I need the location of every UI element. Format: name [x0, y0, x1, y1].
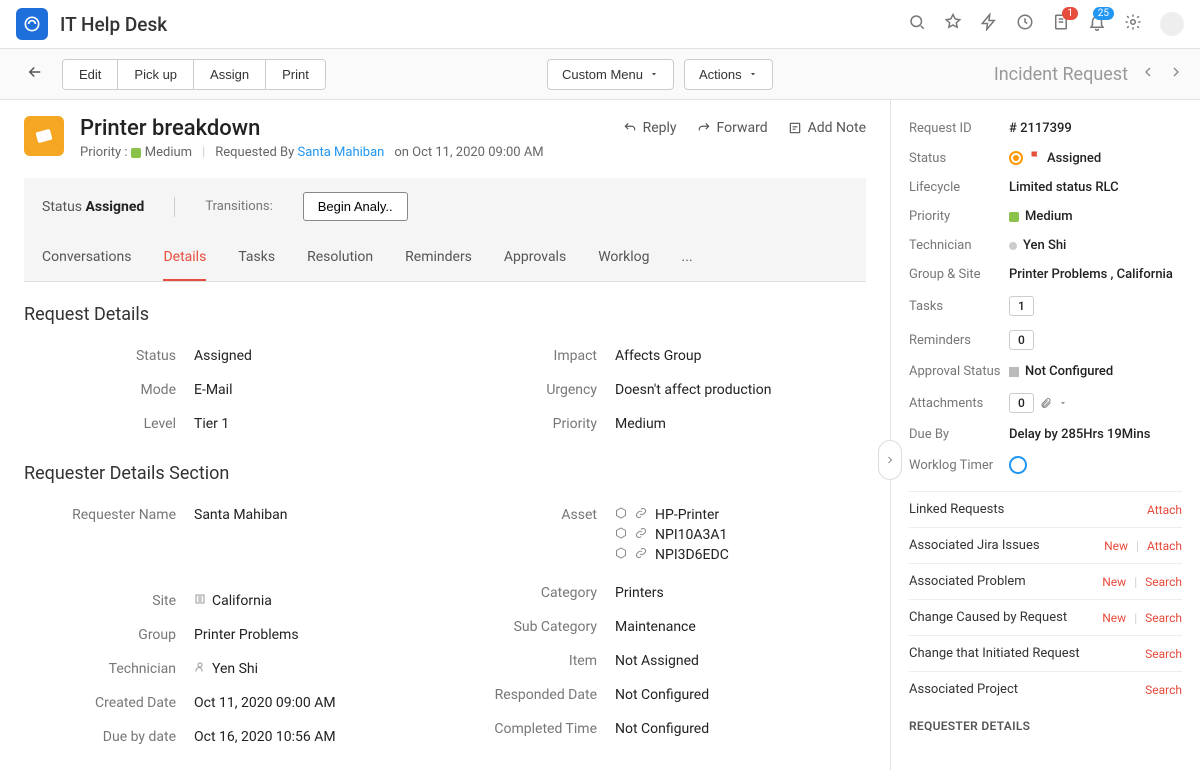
requester-group: Printer Problems	[194, 627, 445, 643]
requester-technician: Yen Shi	[194, 661, 445, 677]
breadcrumb: Incident Request	[994, 64, 1128, 85]
side-reminders-count[interactable]: 0	[1009, 330, 1034, 350]
notes-badge: 1	[1062, 7, 1078, 20]
change-init-search-button[interactable]: Search	[1145, 647, 1182, 661]
tab-worklog[interactable]: Worklog	[598, 235, 649, 281]
reply-button[interactable]: Reply	[623, 120, 677, 136]
bell-badge: 25	[1093, 7, 1114, 20]
bolt-icon[interactable]	[980, 13, 998, 35]
side-status: Assigned	[1009, 150, 1182, 166]
app-title: IT Help Desk	[60, 13, 167, 36]
history-icon[interactable]	[1016, 13, 1034, 35]
pickup-button[interactable]: Pick up	[118, 60, 194, 89]
begin-analysis-button[interactable]: Begin Analy..	[303, 192, 408, 221]
change-caused-new-button[interactable]: New	[1102, 611, 1126, 625]
status-dot-icon	[1009, 151, 1023, 165]
next-request-button[interactable]	[1168, 64, 1184, 85]
project-label: Associated Project	[909, 682, 1018, 697]
actions-dropdown[interactable]: Actions	[684, 59, 773, 90]
transitions-label: Transitions:	[205, 199, 272, 214]
item: Not Assigned	[615, 653, 866, 669]
ticket-title: Printer breakdown	[80, 116, 607, 141]
created-date: Oct 11, 2020 09:00 AM	[194, 695, 445, 711]
assign-button[interactable]: Assign	[194, 60, 266, 89]
status-display: Status Assigned	[42, 199, 144, 215]
pin-icon[interactable]	[944, 13, 962, 35]
request-details-heading: Request Details	[24, 304, 866, 325]
ticket-type-icon	[24, 116, 64, 156]
side-group-site: Printer Problems , California	[1009, 267, 1182, 282]
link-icon	[635, 507, 647, 523]
app-logo-icon	[16, 8, 48, 40]
linked-attach-button[interactable]: Attach	[1147, 503, 1182, 517]
side-lifecycle: Limited status RLC	[1009, 180, 1182, 195]
search-icon[interactable]	[908, 13, 926, 35]
asset-list: HP-Printer NPI10A3A1 NPI3D6EDC	[615, 507, 866, 567]
prev-request-button[interactable]	[1140, 64, 1156, 85]
completed-time: Not Configured	[615, 721, 866, 737]
notes-icon[interactable]: 1	[1052, 13, 1070, 35]
change-caused-label: Change Caused by Request	[909, 610, 1067, 625]
requester-details-subheading: REQUESTER DETAILS	[909, 719, 1182, 733]
side-priority: Medium	[1009, 209, 1182, 224]
cube-icon	[615, 507, 627, 523]
detail-mode: E-Mail	[194, 382, 445, 398]
category: Printers	[615, 585, 866, 601]
priority-label: Priority : Medium	[80, 145, 192, 160]
project-search-button[interactable]: Search	[1145, 683, 1182, 697]
side-approval: Not Configured	[1009, 364, 1182, 379]
add-note-button[interactable]: Add Note	[788, 120, 866, 136]
jira-attach-button[interactable]: Attach	[1147, 539, 1182, 553]
gear-icon[interactable]	[1124, 13, 1142, 35]
side-tasks-count[interactable]: 1	[1009, 296, 1034, 316]
paperclip-icon	[1040, 397, 1052, 409]
side-due-by: Delay by 285Hrs 19Mins	[1009, 427, 1182, 442]
side-attachments[interactable]: 0	[1009, 393, 1182, 413]
detail-status: Assigned	[194, 348, 445, 364]
tab-reminders[interactable]: Reminders	[405, 235, 472, 281]
due-date: Oct 16, 2020 10:56 AM	[194, 729, 445, 745]
timer-icon[interactable]	[1009, 456, 1027, 474]
change-caused-search-button[interactable]: Search	[1145, 611, 1182, 625]
collapse-sidebar-button[interactable]	[878, 440, 902, 480]
tab-approvals[interactable]: Approvals	[504, 235, 566, 281]
edit-button[interactable]: Edit	[63, 60, 118, 89]
side-request-id: # 2117399	[1009, 121, 1182, 136]
avatar[interactable]	[1160, 12, 1184, 36]
tab-resolution[interactable]: Resolution	[307, 235, 373, 281]
flag-icon	[1029, 150, 1041, 166]
requester-site: California	[194, 593, 445, 609]
requested-on: on Oct 11, 2020 09:00 AM	[394, 145, 543, 160]
detail-level: Tier 1	[194, 416, 445, 432]
forward-button[interactable]: Forward	[697, 120, 768, 136]
back-button[interactable]	[16, 57, 54, 91]
problem-label: Associated Problem	[909, 574, 1026, 589]
print-button[interactable]: Print	[266, 60, 325, 89]
requester-name: Santa Mahiban	[194, 507, 445, 523]
side-technician: Yen Shi	[1009, 238, 1182, 253]
custom-menu-dropdown[interactable]: Custom Menu	[547, 59, 674, 90]
problem-search-button[interactable]: Search	[1145, 575, 1182, 589]
tab-tasks[interactable]: Tasks	[238, 235, 275, 281]
tab-details[interactable]: Details	[163, 235, 206, 281]
change-init-label: Change that Initiated Request	[909, 646, 1080, 661]
sub-category: Maintenance	[615, 619, 866, 635]
bell-icon[interactable]: 25	[1088, 13, 1106, 35]
requester-link[interactable]: Santa Mahiban	[298, 145, 385, 160]
detail-priority: Medium	[615, 416, 866, 432]
requester-details-heading: Requester Details Section	[24, 463, 866, 484]
responded-date: Not Configured	[615, 687, 866, 703]
jira-issues-label: Associated Jira Issues	[909, 538, 1040, 553]
tab-conversations[interactable]: Conversations	[42, 235, 131, 281]
problem-new-button[interactable]: New	[1102, 575, 1126, 589]
requested-by: Requested By Santa Mahiban	[215, 145, 384, 160]
jira-new-button[interactable]: New	[1104, 539, 1128, 553]
chevron-down-icon	[1058, 398, 1068, 408]
tab-more[interactable]: ...	[682, 235, 693, 281]
linked-requests-label: Linked Requests	[909, 502, 1004, 517]
detail-impact: Affects Group	[615, 348, 866, 364]
detail-urgency: Doesn't affect production	[615, 382, 866, 398]
